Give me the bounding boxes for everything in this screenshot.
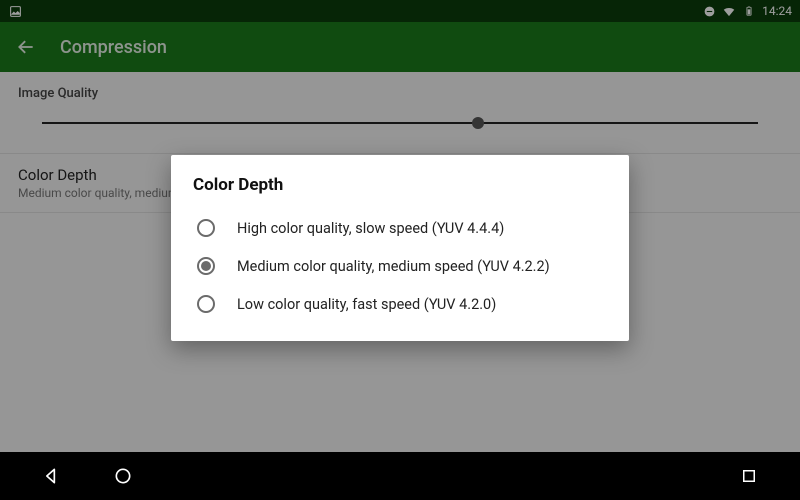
color-depth-dialog: Color Depth High color quality, slow spe…: [171, 155, 629, 341]
radio-option-low[interactable]: Low color quality, fast speed (YUV 4.2.0…: [193, 285, 607, 323]
radio-option-medium[interactable]: Medium color quality, medium speed (YUV …: [193, 247, 607, 285]
dialog-title: Color Depth: [193, 175, 607, 195]
radio-label: High color quality, slow speed (YUV 4.4.…: [237, 220, 504, 237]
dialog-scrim[interactable]: Color Depth High color quality, slow spe…: [0, 0, 800, 500]
nav-home-icon[interactable]: [112, 465, 134, 487]
radio-label: Medium color quality, medium speed (YUV …: [237, 258, 550, 275]
radio-icon: [197, 257, 215, 275]
radio-icon: [197, 295, 215, 313]
nav-recent-icon[interactable]: [738, 465, 760, 487]
radio-option-high[interactable]: High color quality, slow speed (YUV 4.4.…: [193, 209, 607, 247]
radio-label: Low color quality, fast speed (YUV 4.2.0…: [237, 296, 496, 313]
nav-back-icon[interactable]: [40, 465, 62, 487]
navigation-bar: [0, 452, 800, 500]
radio-icon: [197, 219, 215, 237]
